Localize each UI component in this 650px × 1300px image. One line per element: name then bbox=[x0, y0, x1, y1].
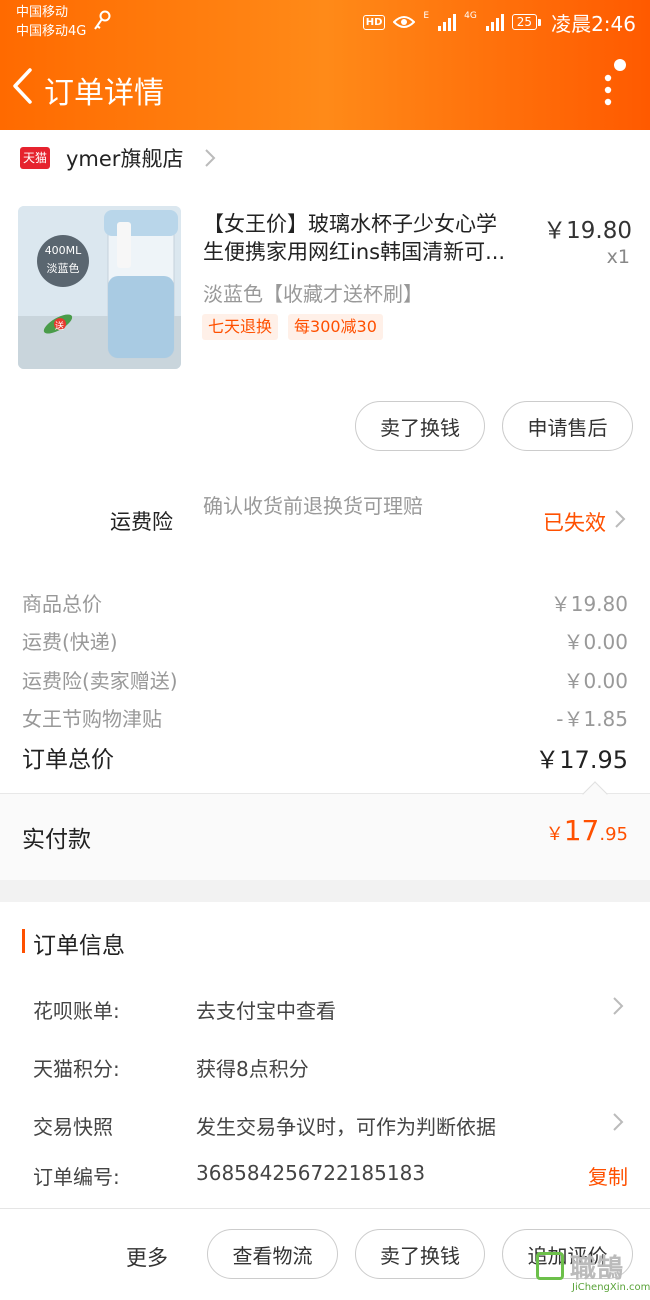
after-sale-button[interactable]: 申请售后 bbox=[502, 401, 633, 451]
summary-label: 运费(快递) bbox=[22, 630, 118, 654]
product-tags: 七天退换 每300减30 bbox=[202, 314, 383, 340]
paid-box: 实付款 ￥17.95 bbox=[0, 781, 650, 880]
order-total-row: 订单总价 ￥17.95 bbox=[22, 740, 628, 775]
summary-label: 运费险(卖家赠送) bbox=[22, 669, 178, 693]
summary-value: -￥1.85 bbox=[556, 707, 628, 731]
status-bar: 中国移动 中国移动4G HD E 4G 25 凌晨2:46 bbox=[0, 0, 650, 46]
top-bar: 中国移动 中国移动4G HD E 4G 25 凌晨2:46 订单详情 bbox=[0, 0, 650, 130]
store-name: ymer旗舰店 bbox=[66, 147, 184, 171]
summary-value: ￥0.00 bbox=[563, 630, 628, 654]
paid-label: 实付款 bbox=[22, 827, 91, 853]
product-sku: 淡蓝色【收藏才送杯刷】 bbox=[203, 282, 423, 306]
insurance-status[interactable]: 已失效 bbox=[543, 507, 606, 537]
order-total-value: ￥17.95 bbox=[535, 746, 628, 774]
network-type-1: E bbox=[423, 11, 430, 21]
summary-row: 运费险(卖家赠送) ￥0.00 bbox=[22, 665, 628, 694]
watermark: 職鵠 JiChengXin.com bbox=[530, 1248, 650, 1298]
chevron-right-icon bbox=[615, 510, 626, 528]
summary-value: ￥0.00 bbox=[563, 669, 628, 693]
more-button[interactable]: 更多 bbox=[126, 1242, 168, 1272]
chevron-right-icon bbox=[613, 997, 624, 1015]
info-value-huabei[interactable]: 去支付宝中查看 bbox=[196, 995, 336, 1024]
product-quantity: x1 bbox=[606, 246, 630, 268]
product-price: ￥19.80 bbox=[543, 218, 632, 244]
info-key-snapshot: 交易快照 bbox=[33, 1115, 113, 1139]
carrier-1: 中国移动 bbox=[16, 5, 69, 20]
logistics-button[interactable]: 查看物流 bbox=[207, 1229, 338, 1279]
carrier-2: 中国移动4G bbox=[16, 24, 87, 39]
tag-return: 七天退换 bbox=[202, 314, 279, 340]
gift-badge: 送 bbox=[55, 322, 65, 332]
tmall-logo: 天猫 bbox=[20, 147, 50, 169]
paid-amount: ￥17.95 bbox=[545, 814, 628, 847]
summary-row: 女王节购物津贴 -￥1.85 bbox=[22, 703, 628, 732]
nav-bar: 订单详情 bbox=[0, 54, 650, 120]
hd-icon: HD bbox=[362, 14, 386, 30]
chevron-left-icon[interactable] bbox=[10, 66, 36, 106]
info-value-order-number: 368584256722185183 bbox=[196, 1161, 426, 1185]
info-value-points: 获得8点积分 bbox=[196, 1057, 309, 1081]
product-image[interactable]: 400ML 淡蓝色 送 bbox=[18, 206, 181, 369]
product-title[interactable]: 【女王价】玻璃水杯子少女心学 生便携家用网红ins韩国清新可... bbox=[203, 210, 538, 266]
page-title: 订单详情 bbox=[44, 76, 164, 111]
info-key-points: 天猫积分: bbox=[33, 1057, 120, 1081]
sell-button-bottom[interactable]: 卖了换钱 bbox=[355, 1229, 485, 1279]
chevron-right-icon bbox=[613, 1113, 624, 1131]
eye-icon bbox=[393, 16, 416, 28]
insurance-desc: 确认收货前退换货可理赔 bbox=[203, 494, 423, 518]
summary-row: 运费(快递) ￥0.00 bbox=[22, 626, 628, 655]
clock: 凌晨2:46 bbox=[551, 11, 636, 36]
info-key-huabei: 花呗账单: bbox=[33, 999, 120, 1023]
sell-button[interactable]: 卖了换钱 bbox=[355, 401, 485, 451]
signal-icon-2 bbox=[485, 13, 504, 31]
signal-icon bbox=[438, 13, 457, 31]
watermark-logo bbox=[536, 1252, 564, 1280]
summary-row: 商品总价 ￥19.80 bbox=[22, 588, 628, 617]
watermark-url: JiChengXin.com bbox=[572, 1282, 650, 1293]
chevron-right-icon bbox=[205, 149, 216, 167]
more-vertical-icon[interactable] bbox=[598, 58, 628, 110]
order-info-title: 订单信息 bbox=[33, 933, 125, 959]
info-value-snapshot[interactable]: 发生交易争议时，可作为判断依据 bbox=[196, 1111, 496, 1140]
summary-label: 商品总价 bbox=[22, 592, 102, 616]
capacity-badge: 400ML 淡蓝色 bbox=[37, 235, 89, 287]
copy-button[interactable]: 复制 bbox=[588, 1161, 628, 1190]
order-total-label: 订单总价 bbox=[22, 747, 114, 773]
store-row[interactable]: 天猫 ymer旗舰店 bbox=[20, 142, 217, 174]
summary-label: 女王节购物津贴 bbox=[22, 707, 162, 731]
summary-value: ￥19.80 bbox=[550, 592, 628, 616]
watermark-text: 職鵠 bbox=[570, 1254, 625, 1284]
battery-icon: 25 bbox=[511, 14, 542, 30]
info-key-order-number: 订单编号: bbox=[33, 1165, 120, 1189]
cup-illustration bbox=[18, 206, 181, 369]
section-accent-bar bbox=[22, 929, 25, 953]
insurance-label: 运费险 bbox=[110, 510, 173, 534]
key-icon bbox=[94, 10, 111, 30]
tag-discount: 每300减30 bbox=[288, 314, 383, 340]
network-type-2: 4G bbox=[464, 11, 477, 21]
